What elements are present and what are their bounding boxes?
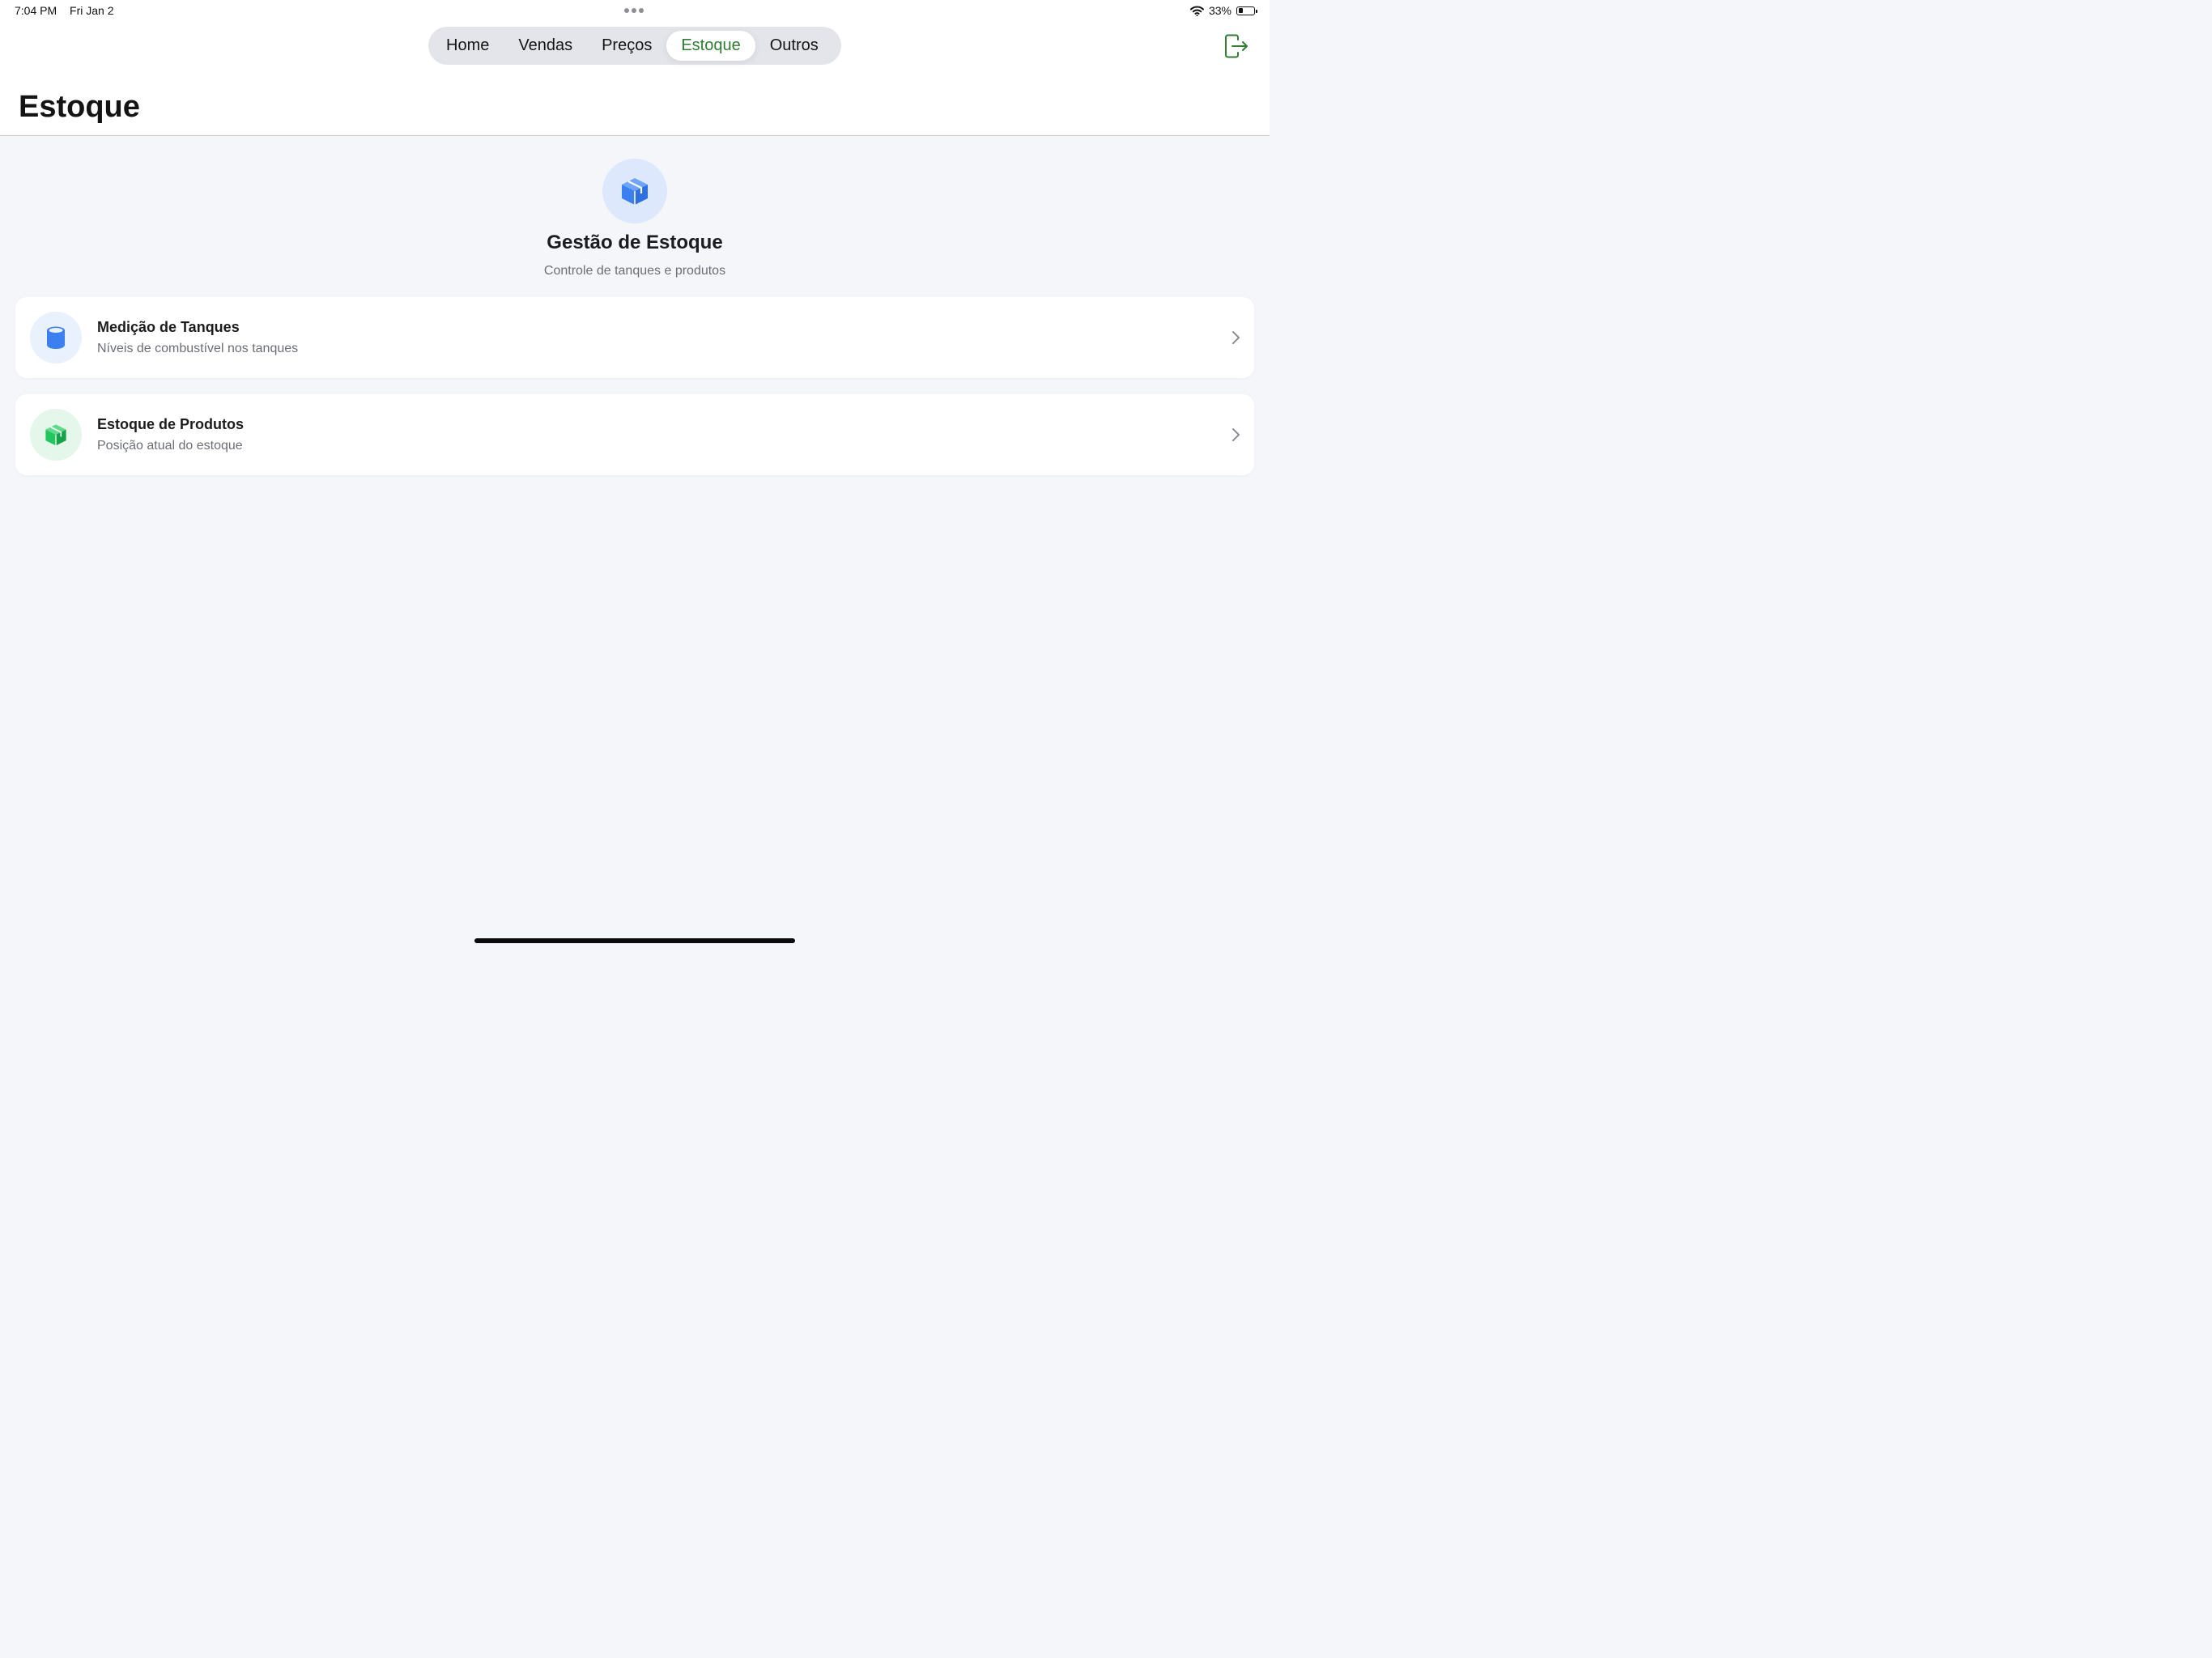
battery-fill <box>1238 8 1244 13</box>
battery-icon <box>1236 6 1257 15</box>
status-time: 7:04 PM <box>15 4 57 17</box>
status-bar-left: 7:04 PM Fri Jan 2 <box>15 4 114 17</box>
card-title: Estoque de Produtos <box>97 416 245 432</box>
card-subtitle: Posição atual do estoque <box>97 439 243 453</box>
hero-title: Gestão de Estoque <box>547 232 723 253</box>
top-header: 7:04 PM Fri Jan 2 33% Home Vendas Preços… <box>0 0 1270 136</box>
page-title: Estoque <box>19 90 140 124</box>
logout-button[interactable] <box>1223 32 1250 60</box>
hero-subtitle: Controle de tanques e produtos <box>543 264 726 278</box>
card-icon-circle <box>30 409 82 461</box>
logout-icon <box>1225 34 1248 58</box>
tab-outros[interactable]: Outros <box>755 31 833 61</box>
card-subtitle: Níveis de combustível nos tanques <box>97 342 299 355</box>
battery-percent: 33% <box>1208 4 1231 17</box>
chevron-right-icon <box>1232 331 1240 344</box>
status-bar-right: 33% <box>1189 4 1257 17</box>
wifi-icon <box>1189 6 1204 16</box>
status-date: Fri Jan 2 <box>70 4 114 17</box>
segmented-tab-bar: Home Vendas Preços Estoque Outros <box>428 27 841 65</box>
tab-vendas[interactable]: Vendas <box>504 31 587 61</box>
card-estoque-produtos[interactable]: Estoque de Produtos Posição atual do est… <box>15 394 1254 475</box>
multitasking-dots[interactable] <box>624 8 644 13</box>
hero-icon-circle <box>602 159 667 223</box>
tab-home[interactable]: Home <box>432 31 504 61</box>
product-box-icon <box>45 424 66 446</box>
card-title: Medição de Tanques <box>97 319 240 335</box>
tank-cylinder-icon <box>47 326 65 349</box>
tab-estoque[interactable]: Estoque <box>666 31 755 61</box>
tab-precos[interactable]: Preços <box>587 31 666 61</box>
package-icon <box>622 178 648 205</box>
card-icon-circle <box>30 312 82 363</box>
card-medicao-tanques[interactable]: Medição de Tanques Níveis de combustível… <box>15 297 1254 378</box>
chevron-right-icon <box>1232 428 1240 441</box>
home-indicator[interactable] <box>474 938 795 943</box>
